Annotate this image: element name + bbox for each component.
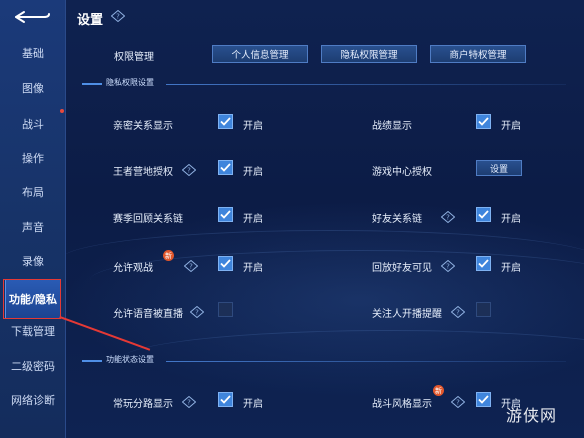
- new-badge: 新: [433, 385, 444, 396]
- help-icon[interactable]: ?: [111, 10, 125, 22]
- check-icon: [478, 117, 489, 126]
- setting-state: 开启: [243, 167, 263, 178]
- check-icon: [220, 259, 231, 268]
- section-accent-bar: [82, 360, 102, 362]
- setting-label: 关注人开播提醒: [372, 309, 442, 320]
- setting-label: 亲密关系显示: [113, 121, 173, 132]
- page-title: 设置: [77, 13, 104, 28]
- permission-management-label: 权限管理: [114, 52, 154, 63]
- camp-authorization-checkbox[interactable]: [218, 160, 233, 175]
- settings-screen: 基础 图像 战斗 操作 布局 声音 录像 功能/隐私 下载管理 二级密码 网络诊…: [0, 0, 584, 438]
- help-icon[interactable]: ?: [184, 260, 198, 272]
- help-icon[interactable]: ?: [182, 164, 196, 176]
- svg-text:?: ?: [456, 309, 460, 317]
- svg-text:?: ?: [187, 167, 191, 175]
- back-button[interactable]: [12, 9, 52, 23]
- allow-spectate-checkbox[interactable]: [218, 256, 233, 271]
- setting-label: 回放好友可见: [372, 263, 432, 274]
- friend-relation-checkbox[interactable]: [476, 207, 491, 222]
- setting-label: 战绩显示: [372, 121, 412, 132]
- watermark: 游侠网: [506, 406, 558, 425]
- svg-text:?: ?: [195, 309, 199, 317]
- sidebar-item-combat[interactable]: 战斗: [0, 111, 66, 137]
- setting-state: 开启: [501, 263, 521, 274]
- allow-voice-live-checkbox[interactable]: [218, 302, 233, 317]
- notification-dot: [60, 109, 64, 113]
- back-arrow-icon: [15, 11, 50, 23]
- merchant-privilege-management-button[interactable]: 商户特权管理: [430, 45, 526, 63]
- setting-label: 王者营地授权: [113, 167, 173, 178]
- check-icon: [220, 117, 231, 126]
- sidebar-item-download-management[interactable]: 下载管理: [0, 318, 66, 344]
- section-accent-bar: [82, 83, 102, 85]
- sidebar-item-secondary-password[interactable]: 二级密码: [0, 353, 66, 379]
- section-divider: [166, 361, 566, 362]
- game-center-settings-button[interactable]: 设置: [476, 160, 522, 176]
- svg-text:?: ?: [456, 399, 460, 407]
- sidebar-item-replay[interactable]: 录像: [0, 248, 66, 274]
- setting-label: 好友关系链: [372, 214, 422, 225]
- help-icon[interactable]: ?: [441, 260, 455, 272]
- new-badge: 新: [163, 250, 174, 261]
- help-icon[interactable]: ?: [441, 211, 455, 223]
- setting-state: 开启: [243, 214, 263, 225]
- season-review-checkbox[interactable]: [218, 207, 233, 222]
- svg-text:?: ?: [187, 399, 191, 407]
- sidebar-item-basic[interactable]: 基础: [0, 40, 66, 66]
- setting-label: 允许观战: [113, 263, 153, 274]
- check-icon: [220, 163, 231, 172]
- sidebar-item-network-diagnosis[interactable]: 网络诊断: [0, 387, 66, 413]
- section-divider: [166, 84, 566, 85]
- section-header-privacy: 隐私权限设置: [82, 77, 566, 91]
- check-icon: [478, 395, 489, 404]
- setting-state: 开启: [243, 399, 263, 410]
- setting-label: 游戏中心授权: [372, 167, 432, 178]
- svg-text:?: ?: [446, 263, 450, 271]
- sidebar-item-layout[interactable]: 布局: [0, 179, 66, 205]
- privacy-permission-management-button[interactable]: 隐私权限管理: [321, 45, 417, 63]
- record-display-checkbox[interactable]: [476, 114, 491, 129]
- check-icon: [478, 259, 489, 268]
- setting-label: 允许语音被直播: [113, 309, 183, 320]
- annotation-pointer-line: [59, 316, 151, 351]
- replay-friends-visible-checkbox[interactable]: [476, 256, 491, 271]
- intimacy-display-checkbox[interactable]: [218, 114, 233, 129]
- sidebar-item-controls[interactable]: 操作: [0, 145, 66, 171]
- check-icon: [220, 210, 231, 219]
- sidebar-item-graphics[interactable]: 图像: [0, 75, 66, 101]
- annotation-highlight-box: [3, 279, 61, 319]
- sidebar-item-sound[interactable]: 声音: [0, 214, 66, 240]
- check-icon: [220, 395, 231, 404]
- check-icon: [478, 210, 489, 219]
- setting-state: 开启: [501, 214, 521, 225]
- setting-state: 开启: [243, 121, 263, 132]
- lane-display-checkbox[interactable]: [218, 392, 233, 407]
- help-icon[interactable]: ?: [182, 396, 196, 408]
- svg-text:?: ?: [446, 214, 450, 222]
- help-icon[interactable]: ?: [451, 396, 465, 408]
- sidebar: 基础 图像 战斗 操作 布局 声音 录像 功能/隐私 下载管理 二级密码 网络诊…: [0, 0, 66, 438]
- combat-style-display-checkbox[interactable]: [476, 392, 491, 407]
- help-icon[interactable]: ?: [190, 306, 204, 318]
- setting-label: 战斗风格显示: [372, 399, 432, 410]
- setting-state: 开启: [501, 121, 521, 132]
- personal-info-management-button[interactable]: 个人信息管理: [212, 45, 308, 63]
- svg-text:?: ?: [189, 263, 193, 271]
- section-title: 功能状态设置: [106, 355, 154, 364]
- section-title: 隐私权限设置: [106, 78, 154, 87]
- setting-label: 常玩分路显示: [113, 399, 173, 410]
- follow-live-reminder-checkbox[interactable]: [476, 302, 491, 317]
- setting-label: 赛季回顾关系链: [113, 214, 183, 225]
- section-header-function-status: 功能状态设置: [82, 354, 566, 368]
- svg-text:?: ?: [116, 13, 120, 21]
- setting-state: 开启: [243, 263, 263, 274]
- help-icon[interactable]: ?: [451, 306, 465, 318]
